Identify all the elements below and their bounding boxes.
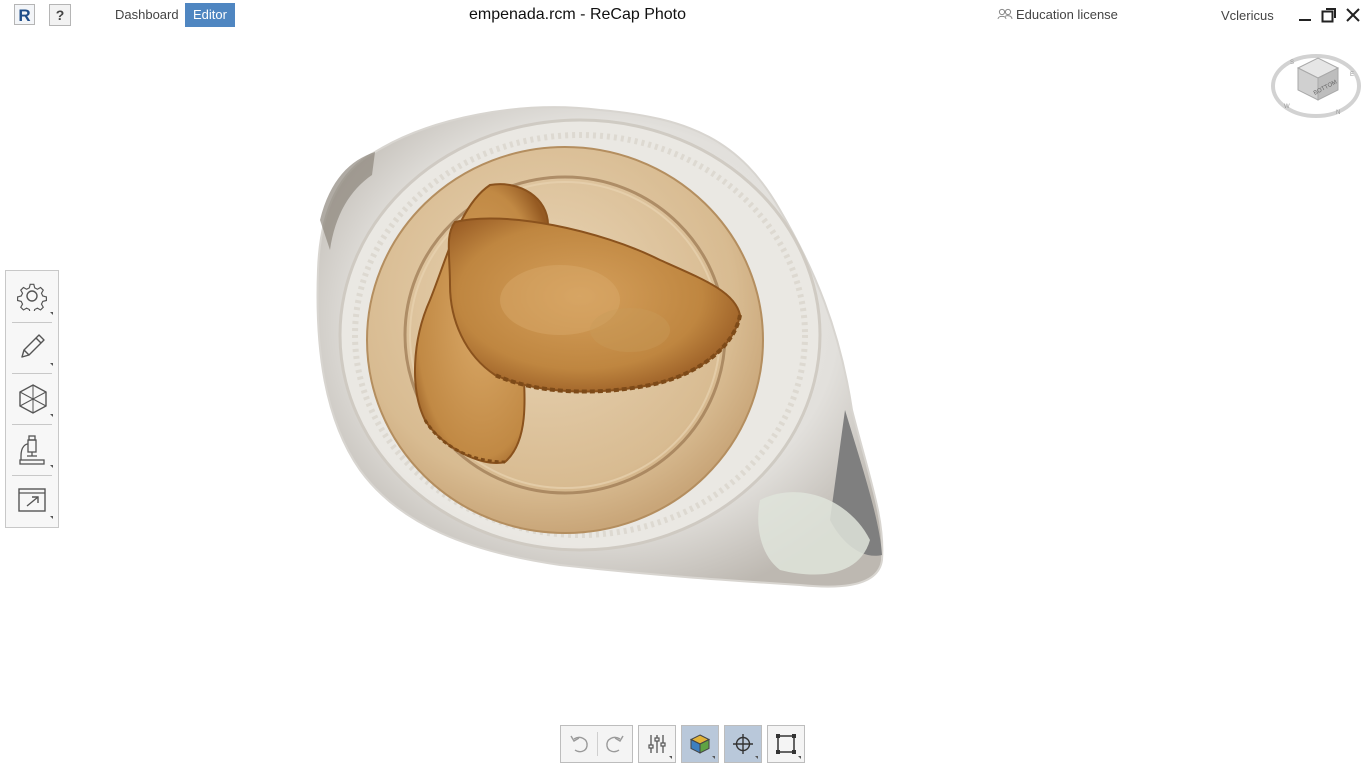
bottom-toolbar: [560, 725, 810, 763]
flyout-indicator: [50, 414, 53, 417]
compass-s: S: [1290, 60, 1294, 66]
display-settings-button[interactable]: [639, 726, 675, 762]
gear-icon: [17, 283, 47, 311]
flyout-indicator: [50, 465, 53, 468]
flyout-indicator: [50, 363, 53, 366]
3d-viewport[interactable]: BOTTOM S E N W: [0, 30, 1366, 720]
pivot-button[interactable]: [725, 726, 761, 762]
minimize-icon[interactable]: [1296, 6, 1314, 24]
empanada-model-render[interactable]: [0, 30, 1366, 720]
textured-cube-icon: [689, 734, 711, 754]
flyout-indicator: [50, 516, 53, 519]
microscope-icon: [19, 435, 45, 465]
compass-w: W: [1284, 104, 1290, 110]
close-icon[interactable]: [1344, 6, 1362, 24]
crosshair-icon: [733, 734, 753, 754]
crop-group: [767, 725, 805, 763]
user-name[interactable]: Vclericus: [1221, 8, 1274, 23]
flyout-indicator: [712, 756, 715, 759]
left-toolbar: [5, 270, 59, 528]
export-icon: [18, 488, 46, 512]
history-group: [560, 725, 633, 763]
compass-n: N: [1336, 110, 1340, 116]
edit-button[interactable]: [6, 322, 58, 373]
pencil-icon: [21, 334, 45, 358]
viewcube-navigator[interactable]: BOTTOM S E N W: [1270, 50, 1362, 122]
undo-icon: [570, 735, 588, 753]
mesh-button[interactable]: [6, 373, 58, 424]
export-button[interactable]: [6, 475, 58, 526]
restore-icon[interactable]: [1320, 6, 1338, 24]
flyout-indicator: [50, 312, 53, 315]
window-title: empenada.rcm - ReCap Photo: [469, 6, 686, 23]
textured-mode-button[interactable]: [682, 726, 718, 762]
redo-button[interactable]: [597, 726, 633, 762]
license-link[interactable]: Education license: [997, 7, 1118, 22]
license-label: Education license: [1016, 7, 1118, 22]
title-bar: R ? Dashboard Editor empenada.rcm - ReCa…: [0, 0, 1366, 30]
flyout-indicator: [755, 756, 758, 759]
mesh-icon: [19, 384, 47, 414]
redo-icon: [606, 735, 624, 753]
people-icon: [997, 8, 1013, 20]
pivot-group: [724, 725, 762, 763]
flyout-indicator: [798, 756, 801, 759]
flyout-indicator: [669, 756, 672, 759]
sliders-icon: [648, 735, 666, 753]
render-mode-group: [681, 725, 719, 763]
analyze-button[interactable]: [6, 424, 58, 475]
settings-group: [638, 725, 676, 763]
undo-button[interactable]: [561, 726, 597, 762]
crop-box-icon: [776, 734, 796, 754]
settings-button[interactable]: [6, 271, 58, 322]
crop-box-button[interactable]: [768, 726, 804, 762]
compass-e: E: [1350, 72, 1354, 78]
